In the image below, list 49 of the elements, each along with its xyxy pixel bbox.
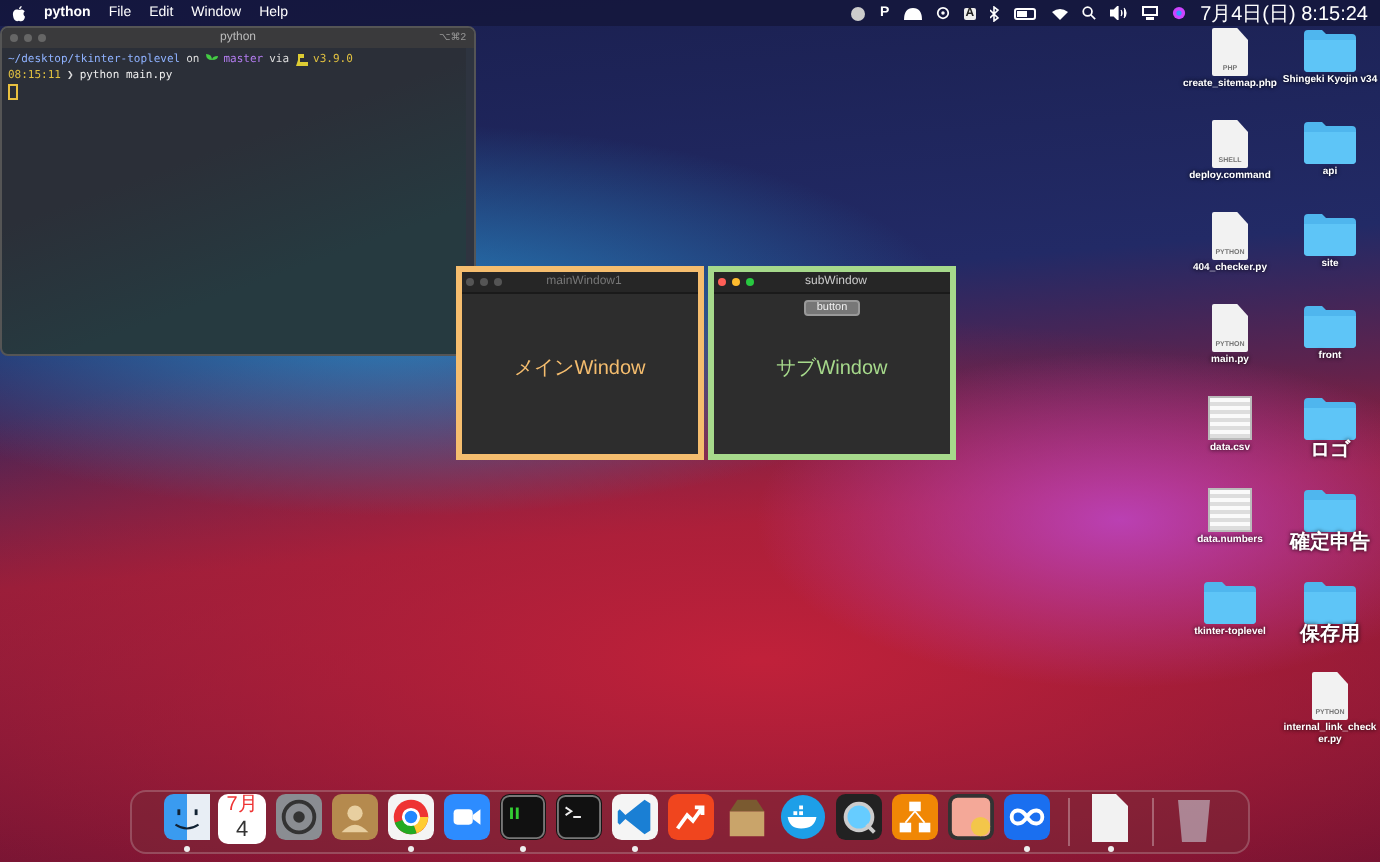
speaker-icon[interactable] xyxy=(1110,6,1129,20)
folder-icon[interactable] xyxy=(1304,28,1356,72)
clock-text[interactable]: 7月4日(日) 8:15:24 xyxy=(1200,0,1368,27)
window-label: メインWindow xyxy=(514,356,646,382)
target-icon[interactable] xyxy=(935,6,950,20)
video-camera-icon xyxy=(443,794,489,840)
infinity-icon xyxy=(1003,794,1049,840)
siri-icon[interactable] xyxy=(1172,6,1187,20)
status-icon[interactable] xyxy=(850,5,867,21)
folder-icon[interactable] xyxy=(1304,488,1356,532)
folder-icon[interactable] xyxy=(1304,120,1356,164)
diagram-icon xyxy=(891,794,937,840)
document-icon xyxy=(1092,794,1128,842)
month-label: 7月 xyxy=(226,794,258,818)
wifi-icon[interactable] xyxy=(1052,7,1069,19)
bluetooth-icon[interactable] xyxy=(990,5,1001,21)
sprout-icon xyxy=(205,54,218,66)
file-name[interactable]: 確定申告 xyxy=(1282,534,1378,554)
player-icon xyxy=(835,794,881,840)
battery-icon[interactable] xyxy=(1014,7,1039,19)
whale-icon xyxy=(779,794,825,840)
folder-icon[interactable] xyxy=(1304,396,1356,440)
day-label: 4 xyxy=(235,818,249,842)
photo-stack-icon xyxy=(947,794,993,840)
trash-icon xyxy=(1176,794,1212,842)
folder-icon[interactable] xyxy=(1304,212,1356,256)
display-icon[interactable] xyxy=(1142,6,1159,20)
folder-icon[interactable] xyxy=(1304,580,1356,624)
file-name[interactable]: 保存用 xyxy=(1282,626,1378,646)
code-editor-icon xyxy=(611,794,657,840)
dock-item[interactable] xyxy=(161,792,211,852)
terminal-icon xyxy=(555,794,601,840)
apple-icon[interactable] xyxy=(12,5,26,21)
terminal-icon xyxy=(499,794,545,840)
dock-item[interactable]: 7月 4 xyxy=(217,792,267,852)
folder-icon[interactable] xyxy=(1304,304,1356,348)
search-icon[interactable] xyxy=(1082,6,1097,20)
dock-item[interactable] xyxy=(609,792,659,852)
text-cursor xyxy=(8,84,18,100)
contacts-icon xyxy=(331,794,377,840)
file-name[interactable]: ロゴ xyxy=(1282,442,1378,462)
browser-icon xyxy=(387,794,433,840)
cloud-icon[interactable] xyxy=(903,7,922,19)
dock-item[interactable] xyxy=(1001,792,1051,852)
window-label: サブWindow xyxy=(776,355,888,382)
dock-item[interactable] xyxy=(497,792,547,852)
face-icon xyxy=(163,794,209,840)
settings-icon xyxy=(275,794,321,840)
dock-item[interactable] xyxy=(385,792,435,852)
